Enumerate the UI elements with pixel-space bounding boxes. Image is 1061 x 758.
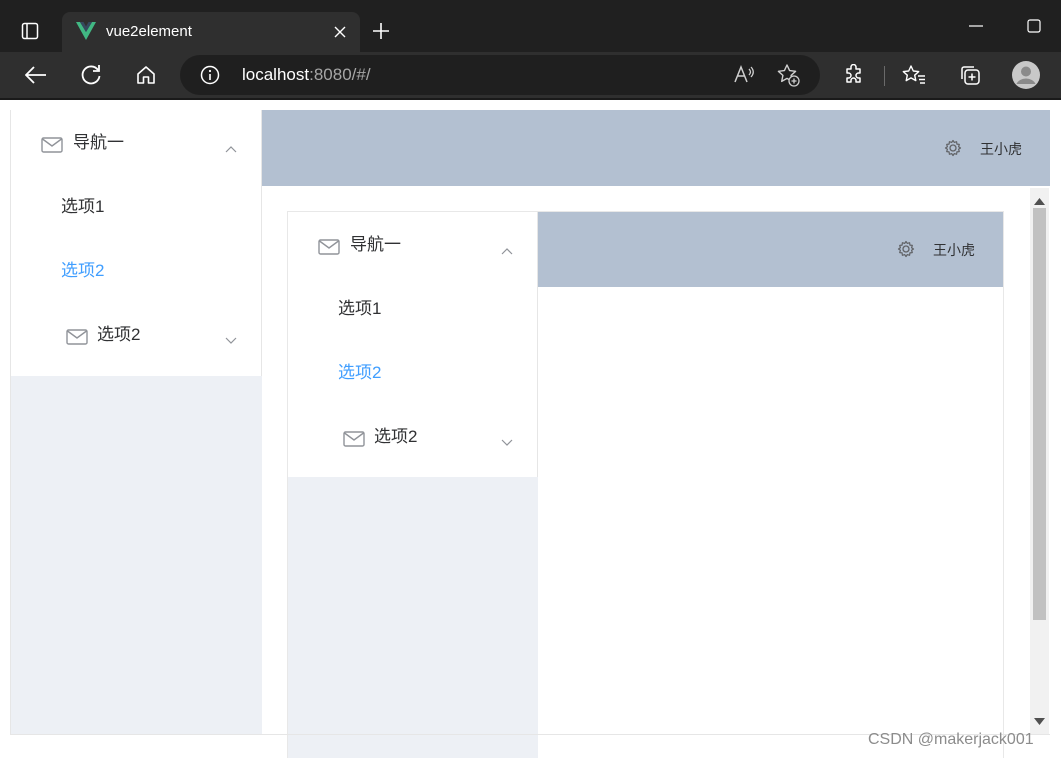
- scroll-down-icon[interactable]: [1034, 712, 1045, 730]
- menu-item-label: 选项1: [338, 299, 382, 318]
- outer-nav-group-title[interactable]: 导航一: [11, 110, 261, 176]
- mail-icon: [318, 239, 340, 260]
- chevron-up-icon: [225, 138, 237, 158]
- home-icon[interactable]: [130, 59, 162, 91]
- profile-icon[interactable]: [1010, 59, 1042, 91]
- tab-actions-icon[interactable]: [12, 14, 48, 48]
- main-scrollbar[interactable]: [1030, 188, 1049, 734]
- outer-nav-menu: 导航一 选项1 选项2 选项2: [11, 110, 262, 376]
- gear-icon[interactable]: [944, 139, 962, 162]
- inner-submenu-option2[interactable]: 选项2: [288, 406, 537, 472]
- page-viewport: 导航一 选项1 选项2 选项2 王小虎 导航一 选项1 选项2 选项2 王小虎 …: [0, 100, 1061, 758]
- outer-username: 王小虎: [980, 141, 1022, 157]
- browser-tab[interactable]: vue2element: [62, 12, 360, 52]
- extensions-icon[interactable]: [838, 59, 870, 91]
- url-path: :8080/#/: [309, 65, 371, 84]
- outer-nav-group-label: 导航一: [73, 133, 124, 152]
- add-favorite-icon[interactable]: [776, 63, 800, 92]
- outer-submenu-option2[interactable]: 选项2: [11, 304, 261, 370]
- gear-icon[interactable]: [897, 240, 915, 263]
- chevron-up-icon: [501, 240, 513, 260]
- refresh-icon[interactable]: [75, 59, 107, 91]
- inner-username: 王小虎: [933, 242, 975, 258]
- info-icon[interactable]: [200, 65, 220, 90]
- mail-icon: [66, 329, 88, 350]
- close-icon[interactable]: [330, 22, 350, 42]
- menu-item-label: 选项2: [61, 261, 105, 280]
- submenu-label: 选项2: [97, 325, 141, 344]
- scrollbar-thumb[interactable]: [1033, 208, 1046, 620]
- mail-icon: [41, 137, 63, 158]
- outer-aside: 导航一 选项1 选项2 选项2: [11, 110, 262, 734]
- menu-item-label: 选项2: [338, 363, 382, 382]
- address-url: localhost:8080/#/: [242, 65, 371, 85]
- address-bar[interactable]: localhost:8080/#/: [180, 55, 820, 95]
- tab-title: vue2element: [106, 23, 192, 40]
- url-host: localhost: [242, 65, 310, 84]
- chevron-down-icon: [225, 330, 237, 350]
- outer-menu-item-option2[interactable]: 选项2: [11, 240, 261, 304]
- inner-header: 王小虎: [538, 212, 1003, 287]
- inner-aside: 导航一 选项1 选项2 选项2: [288, 212, 538, 758]
- outer-header: 王小虎: [262, 110, 1050, 186]
- mail-icon: [343, 431, 365, 452]
- read-aloud-icon[interactable]: [732, 63, 756, 92]
- toolbar-separator: [884, 66, 885, 86]
- minimize-icon[interactable]: [962, 14, 990, 38]
- vue-logo-icon: [76, 22, 96, 45]
- outer-menu-item-option1[interactable]: 选项1: [11, 176, 261, 240]
- browser-titlebar: vue2element: [0, 0, 1061, 52]
- inner-layout: 导航一 选项1 选项2 选项2 王小虎: [287, 211, 1004, 758]
- inner-nav-menu: 导航一 选项1 选项2 选项2: [288, 212, 538, 477]
- maximize-icon[interactable]: [1020, 14, 1048, 38]
- plus-icon[interactable]: [368, 18, 394, 44]
- back-icon[interactable]: [20, 59, 52, 91]
- browser-toolbar: localhost:8080/#/: [0, 52, 1061, 98]
- submenu-label: 选项2: [374, 427, 418, 446]
- inner-nav-group-label: 导航一: [350, 235, 401, 254]
- favorites-icon[interactable]: [898, 59, 930, 91]
- collections-icon[interactable]: [954, 59, 986, 91]
- inner-nav-group-title[interactable]: 导航一: [288, 212, 537, 278]
- inner-menu-item-option1[interactable]: 选项1: [288, 278, 537, 342]
- menu-item-label: 选项1: [61, 197, 105, 216]
- watermark: CSDN @makerjack001: [868, 731, 1034, 748]
- inner-menu-item-option2[interactable]: 选项2: [288, 342, 537, 406]
- chevron-down-icon: [501, 432, 513, 452]
